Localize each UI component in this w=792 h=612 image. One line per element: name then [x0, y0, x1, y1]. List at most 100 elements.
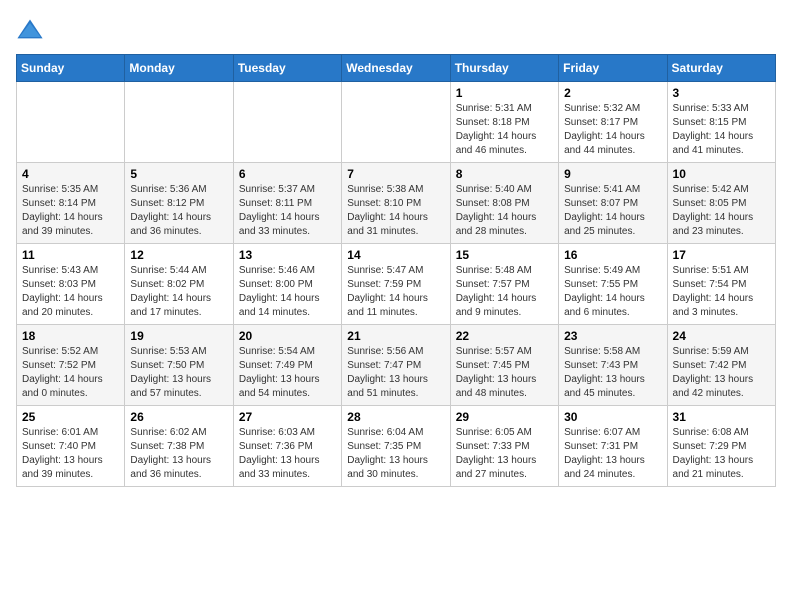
day-cell: 23Sunrise: 5:58 AM Sunset: 7:43 PM Dayli…	[559, 325, 667, 406]
day-cell: 16 Sunrise: 5:49 AM Sunset: 7:55 PM Dayli…	[559, 244, 667, 325]
day-info: Sunrise: 5:43 AM Sunset: 8:03 PM Dayligh…	[22, 264, 119, 320]
day-number: 8	[456, 167, 553, 181]
day-cell: 10 Sunrise: 5:42 AM Sunset: 8:05 PM Dayli…	[667, 163, 775, 244]
header-cell-monday: Monday	[125, 55, 233, 82]
day-number: 3	[673, 86, 770, 100]
day-info: Sunrise: 5:53 AM Sunset: 7:50 PM Dayligh…	[130, 345, 227, 401]
day-number: 2	[564, 86, 661, 100]
day-number: 23	[564, 329, 661, 343]
calendar-body: 1 Sunrise: 5:31 AM Sunset: 8:18 PM Daylig…	[17, 82, 776, 487]
day-number: 1	[456, 86, 553, 100]
day-number: 10	[673, 167, 770, 181]
day-info: Sunrise: 5:41 AM Sunset: 8:07 PM Dayligh…	[564, 183, 661, 239]
day-cell	[342, 82, 450, 163]
day-info: Sunrise: 5:40 AM Sunset: 8:08 PM Dayligh…	[456, 183, 553, 239]
header-cell-thursday: Thursday	[450, 55, 558, 82]
day-info: Sunrise: 5:49 AM Sunset: 7:55 PM Dayligh…	[564, 264, 661, 320]
day-info: Sunrise: 5:54 AM Sunset: 7:49 PM Dayligh…	[239, 345, 336, 401]
day-info: Sunrise: 5:31 AM Sunset: 8:18 PM Dayligh…	[456, 102, 553, 158]
day-number: 19	[130, 329, 227, 343]
week-row-5: 25 Sunrise: 6:01 AM Sunset: 7:40 PM Dayli…	[17, 406, 776, 487]
day-cell: 13Sunrise: 5:46 AM Sunset: 8:00 PM Dayli…	[233, 244, 341, 325]
day-cell: 7 Sunrise: 5:38 AM Sunset: 8:10 PM Daylig…	[342, 163, 450, 244]
header-cell-wednesday: Wednesday	[342, 55, 450, 82]
header-cell-sunday: Sunday	[17, 55, 125, 82]
day-cell: 12Sunrise: 5:44 AM Sunset: 8:02 PM Dayli…	[125, 244, 233, 325]
day-number: 9	[564, 167, 661, 181]
day-info: Sunrise: 6:03 AM Sunset: 7:36 PM Dayligh…	[239, 426, 336, 482]
day-cell: 21 Sunrise: 5:56 AM Sunset: 7:47 PM Dayli…	[342, 325, 450, 406]
week-row-4: 18 Sunrise: 5:52 AM Sunset: 7:52 PM Dayli…	[17, 325, 776, 406]
day-number: 18	[22, 329, 119, 343]
day-number: 22	[456, 329, 553, 343]
logo	[16, 16, 48, 44]
day-cell: 22 Sunrise: 5:57 AM Sunset: 7:45 PM Dayli…	[450, 325, 558, 406]
day-cell: 15 Sunrise: 5:48 AM Sunset: 7:57 PM Dayli…	[450, 244, 558, 325]
day-number: 21	[347, 329, 444, 343]
week-row-1: 1 Sunrise: 5:31 AM Sunset: 8:18 PM Daylig…	[17, 82, 776, 163]
day-number: 14	[347, 248, 444, 262]
day-info: Sunrise: 5:56 AM Sunset: 7:47 PM Dayligh…	[347, 345, 444, 401]
day-cell: 30Sunrise: 6:07 AM Sunset: 7:31 PM Dayli…	[559, 406, 667, 487]
day-info: Sunrise: 5:37 AM Sunset: 8:11 PM Dayligh…	[239, 183, 336, 239]
day-number: 25	[22, 410, 119, 424]
day-cell: 31Sunrise: 6:08 AM Sunset: 7:29 PM Dayli…	[667, 406, 775, 487]
page-header	[16, 16, 776, 44]
day-cell: 1 Sunrise: 5:31 AM Sunset: 8:18 PM Daylig…	[450, 82, 558, 163]
day-cell: 24 Sunrise: 5:59 AM Sunset: 7:42 PM Dayli…	[667, 325, 775, 406]
day-number: 29	[456, 410, 553, 424]
day-cell: 6 Sunrise: 5:37 AM Sunset: 8:11 PM Daylig…	[233, 163, 341, 244]
day-number: 5	[130, 167, 227, 181]
day-info: Sunrise: 6:05 AM Sunset: 7:33 PM Dayligh…	[456, 426, 553, 482]
day-info: Sunrise: 5:47 AM Sunset: 7:59 PM Dayligh…	[347, 264, 444, 320]
day-number: 31	[673, 410, 770, 424]
day-info: Sunrise: 5:52 AM Sunset: 7:52 PM Dayligh…	[22, 345, 119, 401]
day-info: Sunrise: 5:33 AM Sunset: 8:15 PM Dayligh…	[673, 102, 770, 158]
day-info: Sunrise: 6:01 AM Sunset: 7:40 PM Dayligh…	[22, 426, 119, 482]
day-number: 24	[673, 329, 770, 343]
day-cell: 11 Sunrise: 5:43 AM Sunset: 8:03 PM Dayli…	[17, 244, 125, 325]
day-info: Sunrise: 5:51 AM Sunset: 7:54 PM Dayligh…	[673, 264, 770, 320]
day-number: 4	[22, 167, 119, 181]
day-cell: 27 Sunrise: 6:03 AM Sunset: 7:36 PM Dayli…	[233, 406, 341, 487]
day-info: Sunrise: 6:04 AM Sunset: 7:35 PM Dayligh…	[347, 426, 444, 482]
day-number: 15	[456, 248, 553, 262]
day-number: 16	[564, 248, 661, 262]
day-info: Sunrise: 6:02 AM Sunset: 7:38 PM Dayligh…	[130, 426, 227, 482]
calendar-table: SundayMondayTuesdayWednesdayThursdayFrid…	[16, 54, 776, 487]
day-cell: 3 Sunrise: 5:33 AM Sunset: 8:15 PM Daylig…	[667, 82, 775, 163]
day-cell: 9 Sunrise: 5:41 AM Sunset: 8:07 PM Daylig…	[559, 163, 667, 244]
day-number: 28	[347, 410, 444, 424]
header-row: SundayMondayTuesdayWednesdayThursdayFrid…	[17, 55, 776, 82]
day-info: Sunrise: 5:48 AM Sunset: 7:57 PM Dayligh…	[456, 264, 553, 320]
day-number: 17	[673, 248, 770, 262]
week-row-3: 11 Sunrise: 5:43 AM Sunset: 8:03 PM Dayli…	[17, 244, 776, 325]
day-number: 27	[239, 410, 336, 424]
day-info: Sunrise: 5:36 AM Sunset: 8:12 PM Dayligh…	[130, 183, 227, 239]
day-cell: 4Sunrise: 5:35 AM Sunset: 8:14 PM Daylig…	[17, 163, 125, 244]
day-info: Sunrise: 5:57 AM Sunset: 7:45 PM Dayligh…	[456, 345, 553, 401]
day-number: 6	[239, 167, 336, 181]
day-cell: 2 Sunrise: 5:32 AM Sunset: 8:17 PM Daylig…	[559, 82, 667, 163]
day-info: Sunrise: 5:59 AM Sunset: 7:42 PM Dayligh…	[673, 345, 770, 401]
day-cell: 25 Sunrise: 6:01 AM Sunset: 7:40 PM Dayli…	[17, 406, 125, 487]
day-cell: 20Sunrise: 5:54 AM Sunset: 7:49 PM Dayli…	[233, 325, 341, 406]
day-info: Sunrise: 5:32 AM Sunset: 8:17 PM Dayligh…	[564, 102, 661, 158]
day-info: Sunrise: 5:42 AM Sunset: 8:05 PM Dayligh…	[673, 183, 770, 239]
day-cell: 8 Sunrise: 5:40 AM Sunset: 8:08 PM Daylig…	[450, 163, 558, 244]
day-cell: 17 Sunrise: 5:51 AM Sunset: 7:54 PM Dayli…	[667, 244, 775, 325]
day-number: 11	[22, 248, 119, 262]
day-info: Sunrise: 5:46 AM Sunset: 8:00 PM Dayligh…	[239, 264, 336, 320]
day-cell: 14 Sunrise: 5:47 AM Sunset: 7:59 PM Dayli…	[342, 244, 450, 325]
day-number: 30	[564, 410, 661, 424]
day-cell: 5 Sunrise: 5:36 AM Sunset: 8:12 PM Daylig…	[125, 163, 233, 244]
day-number: 7	[347, 167, 444, 181]
day-cell	[233, 82, 341, 163]
day-cell	[17, 82, 125, 163]
day-info: Sunrise: 5:38 AM Sunset: 8:10 PM Dayligh…	[347, 183, 444, 239]
logo-icon	[16, 16, 44, 44]
day-cell: 19 Sunrise: 5:53 AM Sunset: 7:50 PM Dayli…	[125, 325, 233, 406]
header-cell-tuesday: Tuesday	[233, 55, 341, 82]
day-info: Sunrise: 5:44 AM Sunset: 8:02 PM Dayligh…	[130, 264, 227, 320]
header-cell-saturday: Saturday	[667, 55, 775, 82]
